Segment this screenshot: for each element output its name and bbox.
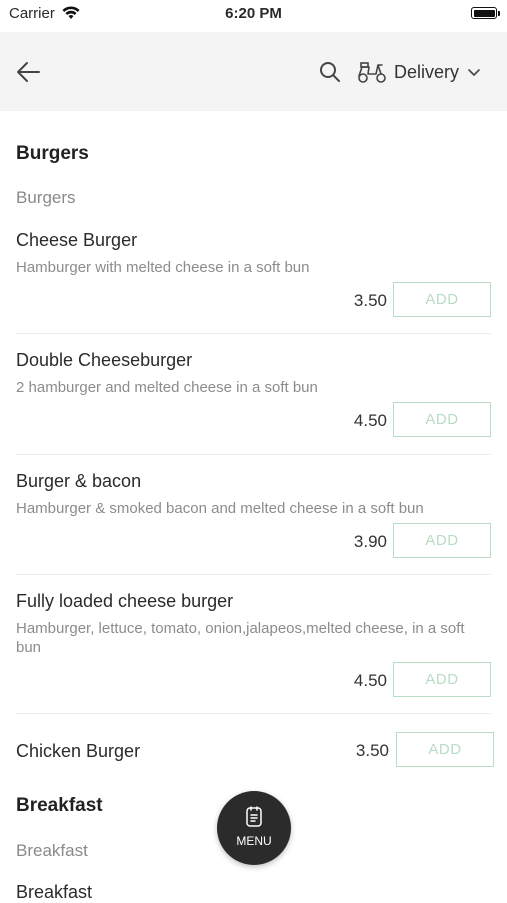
add-button[interactable]: ADD [393,282,491,317]
item-price: 3.50 [355,741,389,760]
delivery-label: Delivery [394,61,460,82]
battery-icon [471,7,497,19]
item-price: 4.50 [353,671,387,690]
section-title-burgers: Burgers [16,143,89,164]
item-name: Cheese Burger [16,230,138,250]
item-price: 4.50 [353,411,387,430]
section-title-breakfast: Breakfast [16,795,103,816]
delivery-mode-selector[interactable]: Delivery [356,56,481,88]
subcategory-burgers: Burgers [16,188,76,207]
menu-fab-button[interactable]: MENU [217,791,291,865]
divider [16,454,491,455]
menu-fab-label: MENU [236,834,272,848]
back-arrow-icon[interactable] [14,58,42,86]
item-name: Chicken Burger [16,741,141,761]
item-description: Hamburger with melted cheese in a soft b… [16,259,310,276]
add-button[interactable]: ADD [396,732,494,767]
divider [16,574,491,575]
add-button[interactable]: ADD [393,402,491,437]
item-price: 3.90 [353,532,387,551]
add-button[interactable]: ADD [393,523,491,558]
item-description: Hamburger, lettuce, tomato, onion,jalape… [16,620,465,656]
item-description: 2 hamburger and melted cheese in a soft … [16,379,318,396]
battery-tip [498,11,500,16]
subcategory-breakfast: Breakfast [16,841,88,860]
item-name: Fully loaded cheese burger [16,591,234,611]
search-icon[interactable] [318,60,342,84]
item-name: Double Cheeseburger [16,350,193,370]
item-name: Burger & bacon [16,471,142,491]
divider [16,333,491,334]
chevron-down-icon [468,69,480,76]
scooter-icon [358,62,386,83]
menu-icon [246,806,262,827]
divider [16,713,491,714]
top-nav-bar: Delivery [0,32,507,111]
clock: 6:20 PM [225,5,282,22]
item-price: 3.50 [353,291,387,310]
item-description: Hamburger & smoked bacon and melted chee… [16,500,424,517]
add-button[interactable]: ADD [393,662,491,697]
status-bar: Carrier 6:20 PM [0,0,507,30]
